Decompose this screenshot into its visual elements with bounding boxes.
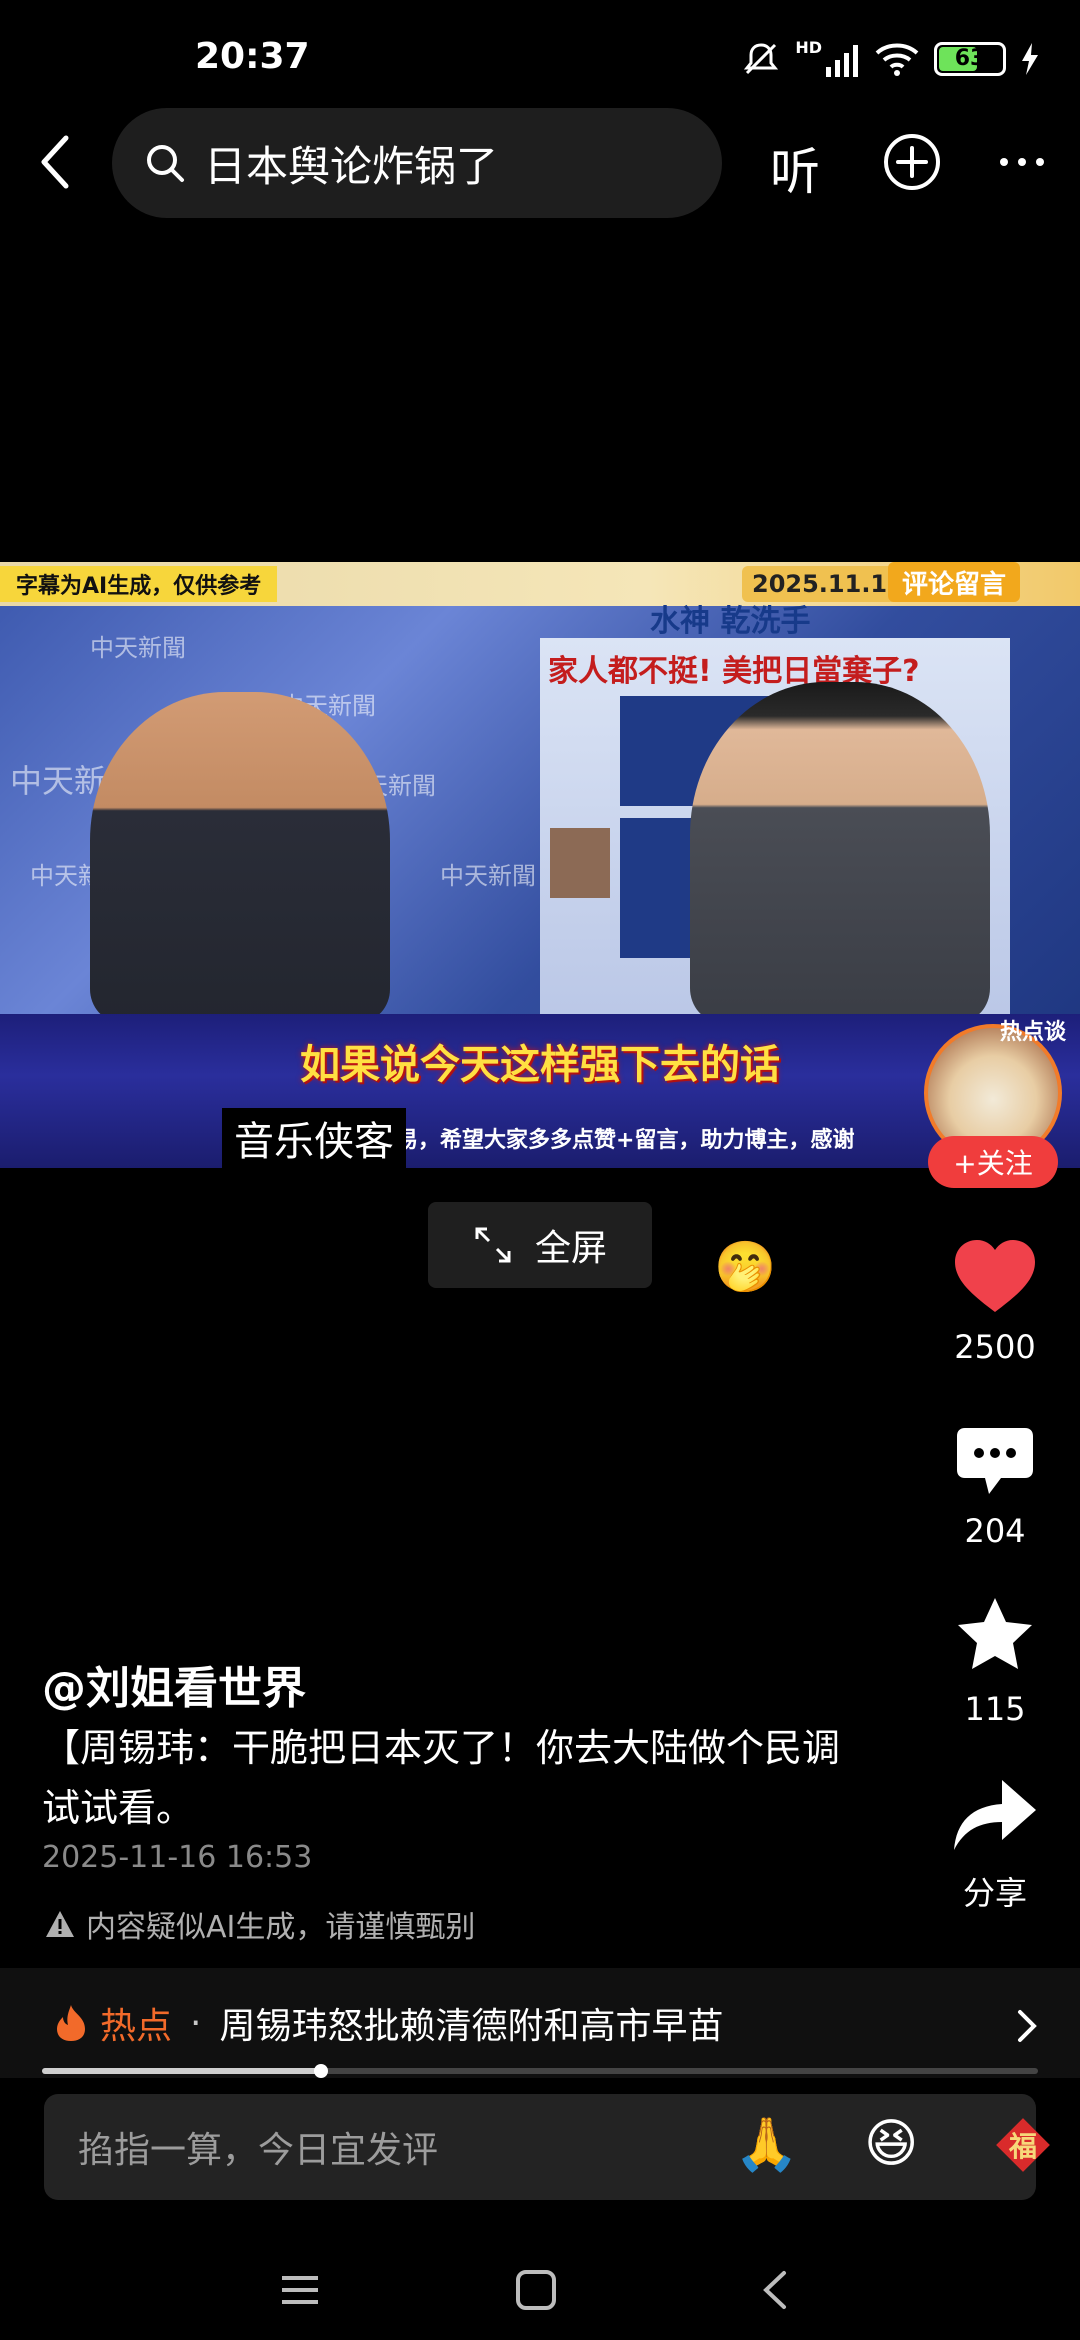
fu-sticker-button[interactable]: 福: [990, 2112, 1056, 2178]
progress-knob[interactable]: [313, 2064, 328, 2078]
comment-placeholder: 掐指一算，今日宜发评: [78, 2130, 439, 2171]
chevron-right-icon: [1018, 2010, 1037, 2042]
back-arrow-icon: [763, 2271, 786, 2309]
channel-watermark: 中天新聞: [440, 862, 536, 890]
fu-label: 福: [1008, 2130, 1037, 2163]
home-button[interactable]: [506, 2260, 566, 2320]
status-time: 20:37: [195, 36, 310, 77]
signal-icon: [826, 45, 858, 77]
share-arrow-icon: [954, 1780, 1036, 1850]
hot-topic-strip[interactable]: 热点 · 周锡玮怒批赖清德附和高市早苗: [0, 1968, 1080, 2078]
follow-button[interactable]: +关注: [928, 1136, 1058, 1188]
pray-emoji-button[interactable]: 🙏: [734, 2114, 799, 2175]
mute-bell-icon: [744, 42, 779, 74]
like-button[interactable]: 2500: [940, 1236, 1050, 1366]
star-icon: [958, 1598, 1032, 1669]
floating-emoji: 🤭: [714, 1238, 777, 1296]
share-button[interactable]: 分享: [940, 1776, 1050, 1914]
menu-icon: [282, 2276, 318, 2304]
channel-watermark: 中天新聞: [90, 634, 186, 662]
hot-topic: 周锡玮怒批赖清德附和高市早苗: [219, 2006, 724, 2047]
fullscreen-label: 全屏: [534, 1228, 607, 1269]
listen-button[interactable]: 听: [770, 132, 820, 204]
charging-icon: [1022, 42, 1038, 75]
wifi-icon: [875, 43, 919, 76]
ai-warning: 内容疑似AI生成，请谨慎甄别: [44, 1902, 475, 1946]
post-caption[interactable]: 【周锡玮：干脆把日本灭了！你去大陆做个民调试试看。: [42, 1718, 862, 1838]
heart-icon: [955, 1240, 1035, 1312]
more-button[interactable]: [990, 130, 1054, 194]
home-square-icon: [516, 2270, 556, 2310]
video-progress-bar[interactable]: [42, 2064, 1038, 2078]
search-query: 日本舆论炸锅了: [204, 141, 499, 191]
top-nav: 日本舆论炸锅了 听: [0, 108, 1080, 220]
ai-warning-text: 内容疑似AI生成，请谨慎甄别: [86, 1910, 476, 1945]
warning-icon: [46, 1911, 74, 1937]
favorite-count: 115: [964, 1690, 1026, 1728]
host-speaker: [690, 682, 990, 1022]
system-back-button[interactable]: [746, 2260, 806, 2320]
fire-icon: [57, 2005, 85, 2041]
battery-text: 63: [954, 46, 986, 71]
hot-label: 热点: [100, 2006, 173, 2047]
guest-speaker: [90, 692, 390, 1022]
system-nav-bar: [0, 2240, 1080, 2340]
fullscreen-button[interactable]: 全屏: [428, 1202, 652, 1288]
ai-subtitle-note: 字幕为AI生成，仅供参考: [0, 566, 278, 602]
video-notice: 认准原创: 创作不易，希望大家多多点赞+留言，助力博主，感谢: [225, 1128, 855, 1153]
status-bar: 20:37 HD 63: [0, 0, 1080, 110]
comment-tag: 评论留言: [888, 562, 1021, 602]
recents-button[interactable]: [270, 2260, 330, 2320]
back-button[interactable]: [24, 130, 88, 194]
more-dots-icon: [1000, 158, 1044, 166]
laugh-emoji-button[interactable]: 😆: [864, 2114, 918, 2174]
plus-circle-icon: [884, 134, 940, 190]
comment-input[interactable]: 掐指一算，今日宜发评 🙏 😆 福: [44, 2094, 1050, 2200]
comment-count: 204: [964, 1512, 1026, 1550]
chevron-left-icon: [41, 135, 69, 189]
comment-bubble-icon: [957, 1428, 1033, 1494]
progress-fill: [42, 2068, 321, 2074]
like-count: 2500: [954, 1328, 1036, 1366]
post-date: 2025-11-16 16:53: [42, 1840, 313, 1875]
search-input[interactable]: 日本舆论炸锅了: [112, 108, 722, 218]
expand-icon: [475, 1227, 511, 1263]
share-label: 分享: [962, 1874, 1027, 1912]
panel-photo: [550, 828, 610, 898]
add-button[interactable]: [880, 130, 944, 194]
search-icon: [147, 145, 184, 182]
favorite-button[interactable]: 115: [940, 1594, 1050, 1728]
comment-button[interactable]: 204: [940, 1424, 1050, 1550]
hot-separator: ·: [190, 2002, 202, 2044]
network-label: HD: [795, 38, 822, 57]
author-name[interactable]: @刘姐看世界: [42, 1652, 306, 1716]
avatar-tag: 热点谈: [1000, 1020, 1067, 1045]
overlay-username: 音乐侠客: [222, 1108, 406, 1168]
video-subtitle: 如果说今天这样强下去的话: [300, 1042, 780, 1088]
status-icons: HD 63: [741, 38, 1040, 79]
video-player[interactable]: 字幕为AI生成，仅供参考 2025.11.14 评论留言 中天新聞 中天新聞 中…: [0, 562, 1080, 1168]
battery-icon: 63: [934, 41, 1006, 76]
sponsor-logo: 水神 乾洗手: [650, 604, 811, 639]
